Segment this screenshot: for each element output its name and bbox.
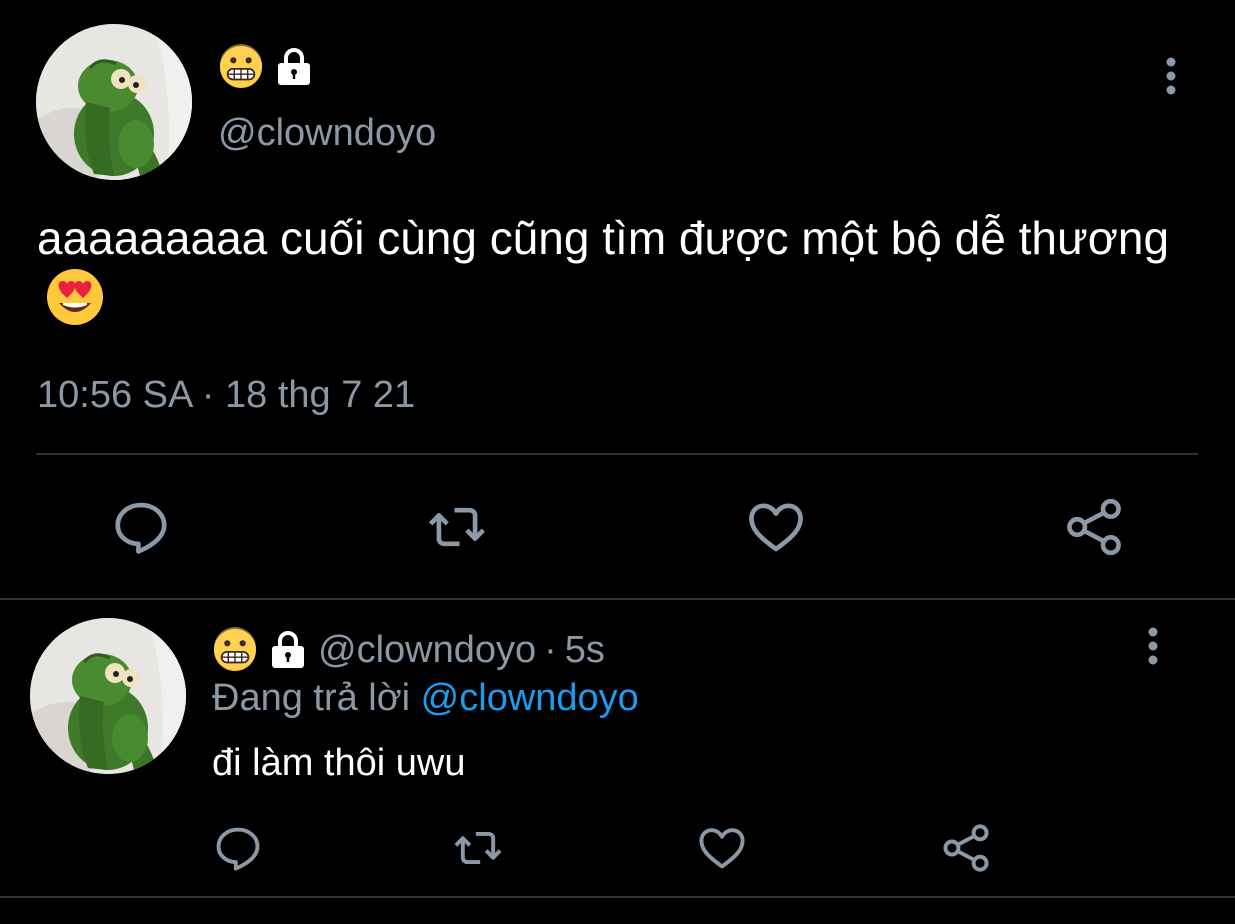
avatar-image	[30, 618, 186, 774]
avatar-image	[36, 24, 192, 180]
avatar[interactable]	[36, 24, 192, 180]
share-icon[interactable]	[940, 822, 992, 874]
heart-eyes-emoji-icon	[45, 267, 105, 327]
replying-prefix: Đang trả lời	[212, 677, 411, 719]
reply-age: 5s	[564, 628, 605, 671]
reply-handle[interactable]: @clowndoyo	[318, 629, 536, 672]
grimacing-face-emoji-icon	[212, 627, 258, 673]
grimacing-face-emoji-icon	[218, 44, 264, 90]
reply-icon[interactable]	[110, 496, 172, 558]
tweet-timestamp[interactable]: 10:56 SA · 18 thg 7 21	[37, 374, 415, 417]
reply-header: @clowndoyo · 5s	[212, 628, 605, 672]
divider	[0, 896, 1235, 898]
like-icon[interactable]	[696, 822, 748, 874]
tweet-text-content: aaaaaaaaa cuối cùng cũng tìm được một bộ…	[37, 212, 1170, 264]
retweet-icon[interactable]	[452, 822, 504, 874]
user-handle[interactable]: @clowndoyo	[218, 112, 436, 155]
share-icon[interactable]	[1063, 496, 1125, 558]
more-options-icon[interactable]	[1140, 626, 1166, 666]
reply-text: đi làm thôi uwu	[212, 742, 466, 784]
like-icon[interactable]	[745, 496, 807, 558]
divider	[36, 453, 1198, 455]
replying-to: Đang trả lời @clowndoyo	[212, 677, 639, 720]
divider	[0, 598, 1235, 600]
reply-avatar[interactable]	[30, 618, 186, 774]
more-options-icon[interactable]	[1158, 56, 1184, 96]
lock-icon	[266, 628, 310, 672]
separator: ·	[544, 628, 557, 671]
display-name[interactable]	[218, 44, 316, 90]
tweet-text: aaaaaaaaa cuối cùng cũng tìm được một bộ…	[37, 210, 1212, 330]
retweet-icon[interactable]	[426, 496, 488, 558]
lock-icon	[272, 45, 316, 89]
reply-icon[interactable]	[212, 822, 264, 874]
mention-link[interactable]: @clowndoyo	[421, 677, 639, 719]
